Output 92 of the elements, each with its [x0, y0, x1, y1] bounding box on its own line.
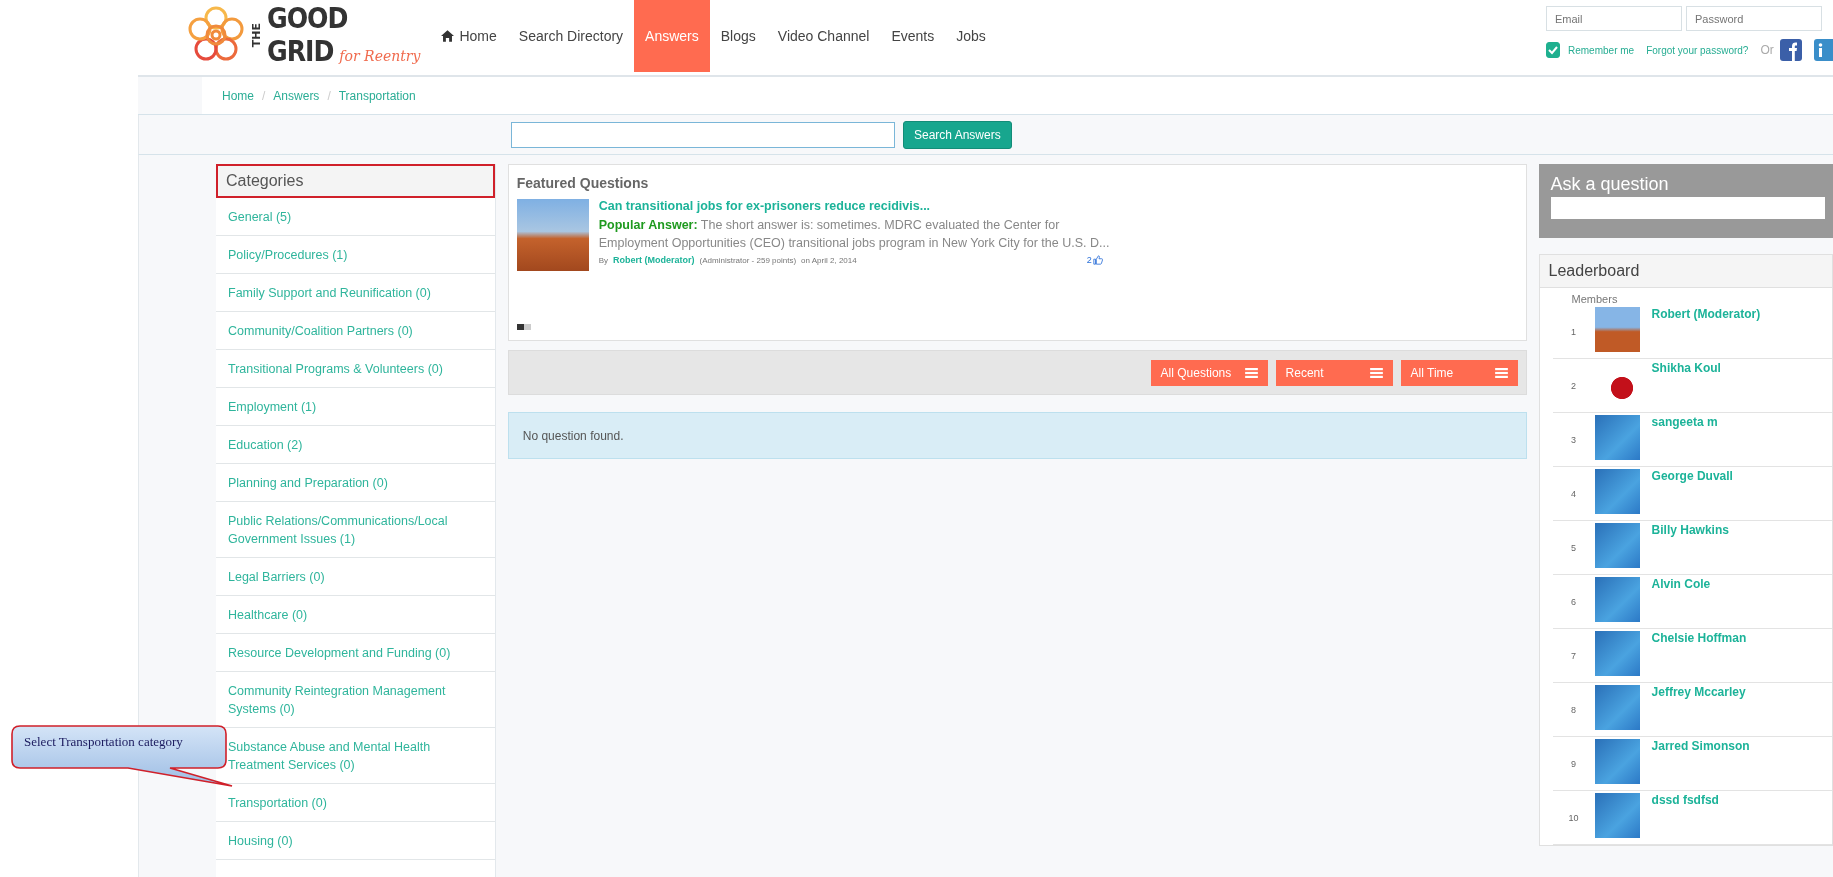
panel-title: Leaderboard [1539, 255, 1832, 288]
search-field[interactable] [511, 121, 895, 148]
rank-number: 5 [1570, 543, 1578, 553]
avatar-placeholder [1594, 307, 1640, 352]
rank-number: 4 [1570, 489, 1578, 499]
logo-tagline: for Reentry [339, 48, 421, 64]
callout-tooltip-text: Select Transportation category [24, 734, 183, 750]
avatar-placeholder [1594, 469, 1640, 514]
menu-icon [1369, 367, 1383, 378]
author-link[interactable]: Robert (Moderator) [613, 255, 695, 265]
nav-tab[interactable]: Search Directory [507, 0, 635, 72]
question-field[interactable] [1550, 197, 1825, 219]
remember-me-label[interactable]: Remember me [1568, 44, 1635, 56]
post-date: on April 2, 2014 [801, 255, 857, 265]
member-link[interactable]: Billy Hawkins [1651, 523, 1729, 537]
member-link[interactable]: Jeffrey Mccarley [1651, 685, 1746, 699]
category-link[interactable]: Education (2) [216, 426, 495, 464]
search-button[interactable]: Search Answers [903, 120, 1012, 149]
rank-number: 7 [1570, 651, 1578, 661]
logo-text: GOOD [267, 2, 349, 35]
category-link[interactable]: Public Relations/Communications/Local Government Issues (1) [216, 502, 495, 558]
category-link[interactable]: Legal Barriers (0) [216, 558, 495, 596]
like-count: 2 [1086, 255, 1092, 265]
category-link[interactable]: Employment (1) [216, 388, 495, 426]
member-link[interactable]: Shikha Koul [1651, 361, 1721, 375]
category-link[interactable]: Family Support and Reunification (0) [216, 274, 495, 312]
filter-dropdown[interactable]: All Questions [1150, 359, 1268, 386]
home-icon [441, 30, 455, 42]
breadcrumb-link[interactable]: Transportation [338, 88, 416, 103]
avatar-placeholder [1594, 523, 1640, 568]
avatar-placeholder [1594, 577, 1640, 622]
filter-dropdown[interactable]: All Time [1400, 359, 1518, 386]
avatar-placeholder [1594, 685, 1640, 730]
nav-tab[interactable]: Answers [634, 0, 710, 72]
linkedin-icon[interactable] [1813, 39, 1833, 61]
breadcrumb-link[interactable]: Answers [273, 88, 320, 103]
rank-number: 3 [1570, 435, 1578, 445]
category-link[interactable]: Housing (0) [216, 822, 495, 860]
menu-icon [1244, 367, 1258, 378]
rank-number: 8 [1570, 705, 1578, 715]
breadcrumb-separator: / [262, 88, 266, 103]
empty-alert: No question found. [507, 412, 1527, 459]
answer-excerpt: Popular Answer: The short answer is: sometimes. MDRC evaluated the Center for Employment Opportunities (CEO) transitional jobs program in New York City for the U.S. D... [598, 217, 1111, 252]
category-link[interactable]: Transitional Programs & Volunteers (0) [216, 350, 495, 388]
rank-number: 10 [1567, 813, 1580, 823]
member-link[interactable]: Robert (Moderator) [1651, 307, 1761, 321]
nav-tab[interactable]: Home [430, 0, 508, 72]
checkbox[interactable] [1546, 42, 1560, 58]
author-role: (Administrator - 259 points) [699, 255, 797, 265]
breadcrumb-separator: / [327, 88, 331, 103]
logo-text: GRID [267, 35, 334, 68]
byline-text: By [598, 255, 609, 265]
email-field[interactable]: Email [1546, 6, 1682, 31]
avatar-placeholder [1594, 631, 1640, 676]
avatar-placeholder [1594, 739, 1640, 784]
rank-number: 1 [1570, 327, 1578, 337]
panel-title: Featured Questions [516, 175, 650, 191]
nav-tab[interactable]: Blogs [709, 0, 767, 72]
category-link[interactable]: Community/Coalition Partners (0) [216, 312, 495, 350]
question-link[interactable]: Can transitional jobs for ex-prisoners reduce recidivis... [598, 199, 1119, 213]
category-link[interactable]: Policy/Procedures (1) [216, 236, 495, 274]
member-link[interactable]: Jarred Simonson [1651, 739, 1750, 753]
password-field[interactable]: Password [1686, 6, 1822, 31]
member-link[interactable]: sangeeta m [1651, 415, 1718, 429]
column-header: Members [1570, 292, 1619, 305]
nav-tab[interactable]: Events [880, 0, 946, 72]
member-link[interactable]: George Duvall [1651, 469, 1733, 483]
category-link[interactable]: Healthcare (0) [216, 596, 495, 634]
forgot-password-link[interactable]: Forgot your password? [1646, 44, 1749, 56]
facebook-icon[interactable] [1779, 39, 1802, 61]
filter-dropdown[interactable]: Recent [1275, 359, 1393, 386]
member-link[interactable]: Alvin Cole [1651, 577, 1711, 591]
member-link[interactable]: dssd fsdfsd [1651, 793, 1719, 807]
rank-number: 2 [1570, 381, 1578, 391]
rank-number: 9 [1570, 759, 1578, 769]
category-link[interactable]: Resource Development and Funding (0) [216, 634, 495, 672]
ask-title: Ask a question [1550, 174, 1670, 195]
member-link[interactable]: Chelsie Hoffman [1651, 631, 1747, 645]
thumbs-up-icon[interactable] [1092, 255, 1103, 265]
avatar-placeholder [1594, 793, 1640, 838]
logo-text: THE [250, 22, 263, 48]
category-link[interactable]: Transportation (0) [216, 784, 495, 822]
category-link[interactable]: General (5) [216, 198, 495, 236]
category-link[interactable]: Planning and Preparation (0) [216, 464, 495, 502]
avatar-placeholder [1594, 415, 1640, 460]
rank-number: 6 [1570, 597, 1578, 607]
menu-icon [1494, 367, 1508, 378]
categories-heading: Categories [216, 164, 495, 198]
breadcrumb-link[interactable]: Home [222, 88, 254, 103]
or-text: Or [1760, 43, 1774, 57]
nav-tab[interactable]: Video Channel [766, 0, 881, 72]
nav-tab[interactable]: Jobs [945, 0, 997, 72]
